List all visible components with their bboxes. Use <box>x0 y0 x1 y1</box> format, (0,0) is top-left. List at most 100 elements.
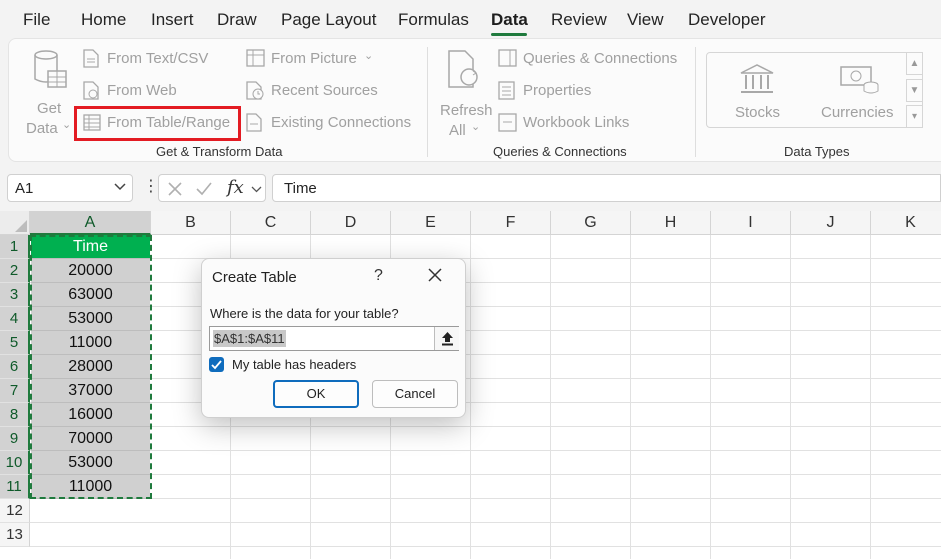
refresh-all-button[interactable]: Refresh All ⌄ <box>433 47 495 139</box>
cell-a1[interactable]: Time <box>31 235 150 259</box>
cell-a7[interactable]: 37000 <box>31 379 150 403</box>
help-button[interactable]: ? <box>374 267 383 285</box>
cell-a5[interactable]: 11000 <box>31 331 150 355</box>
column-header-f[interactable]: F <box>471 211 551 235</box>
formula-bar: A1 ⋮ fx Time <box>0 170 941 206</box>
tab-formulas[interactable]: Formulas <box>398 10 469 30</box>
web-document-icon <box>83 81 99 100</box>
row-header-3[interactable]: 3 <box>0 283 30 307</box>
checkmark-icon <box>211 360 222 370</box>
cell-a2[interactable]: 20000 <box>31 259 150 283</box>
column-header-g[interactable]: G <box>551 211 631 235</box>
from-picture-button[interactable]: From Picture ⌄ <box>245 48 395 70</box>
from-web-button[interactable]: From Web <box>81 80 241 102</box>
queries-connections-button[interactable]: Queries & Connections <box>497 48 682 70</box>
row-header-2[interactable]: 2 <box>0 259 30 283</box>
cell-a6[interactable]: 28000 <box>31 355 150 379</box>
range-input[interactable]: $A$1:$A$11 <box>209 326 459 351</box>
chevron-down-icon <box>114 183 126 191</box>
existing-connections-button[interactable]: Existing Connections <box>245 112 420 134</box>
row-header-7[interactable]: 7 <box>0 379 30 403</box>
select-all-corner[interactable] <box>0 211 30 235</box>
row-header-13[interactable]: 13 <box>0 523 30 547</box>
from-web-label: From Web <box>107 82 177 99</box>
row-header-9[interactable]: 9 <box>0 427 30 451</box>
tab-draw[interactable]: Draw <box>217 10 257 30</box>
grid-line <box>30 330 941 331</box>
formula-value: Time <box>284 180 317 197</box>
clock-document-icon <box>246 81 264 100</box>
tab-review[interactable]: Review <box>551 10 607 30</box>
cell-a4[interactable]: 53000 <box>31 307 150 331</box>
name-box-value: A1 <box>15 180 34 197</box>
tab-developer[interactable]: Developer <box>688 10 766 30</box>
grid-line <box>30 426 941 427</box>
cancel-button[interactable]: Cancel <box>372 380 458 408</box>
row-header-4[interactable]: 4 <box>0 307 30 331</box>
headers-checkbox[interactable] <box>209 357 224 372</box>
refresh-label-1: Refresh <box>440 102 493 119</box>
collapse-dialog-button[interactable] <box>434 327 459 350</box>
cell-a8[interactable]: 16000 <box>31 403 150 427</box>
tab-view[interactable]: View <box>627 10 664 30</box>
queries-pane-icon <box>498 49 517 67</box>
tab-data[interactable]: Data <box>491 10 528 30</box>
row-header-10[interactable]: 10 <box>0 451 30 475</box>
recent-sources-button[interactable]: Recent Sources <box>245 80 395 102</box>
cell-a9[interactable]: 70000 <box>31 427 150 451</box>
close-icon[interactable] <box>427 267 443 283</box>
gallery-scroll-down[interactable]: ▼ <box>906 79 923 102</box>
gallery-scroll-up[interactable]: ▲ <box>906 52 923 75</box>
tab-insert[interactable]: Insert <box>151 10 194 30</box>
column-header-i[interactable]: I <box>711 211 791 235</box>
column-header-d[interactable]: D <box>311 211 391 235</box>
from-text-csv-button[interactable]: From Text/CSV <box>81 48 241 70</box>
get-data-label-1: Get <box>37 100 62 117</box>
row-header-11[interactable]: 11 <box>0 475 30 499</box>
tab-home[interactable]: Home <box>81 10 126 30</box>
cell-a11[interactable]: 11000 <box>31 475 150 499</box>
get-data-button[interactable]: Get Data ⌄ <box>19 47 75 137</box>
column-header-k[interactable]: K <box>871 211 941 235</box>
gallery-more[interactable]: ▾ <box>906 105 923 128</box>
tab-page-layout[interactable]: Page Layout <box>281 10 376 30</box>
column-header-c[interactable]: C <box>231 211 311 235</box>
from-text-csv-label: From Text/CSV <box>107 50 209 67</box>
column-header-h[interactable]: H <box>631 211 711 235</box>
create-table-dialog: Create Table ? Where is the data for you… <box>201 258 466 418</box>
cell-a3[interactable]: 63000 <box>31 283 150 307</box>
tab-file[interactable]: File <box>23 10 50 30</box>
grid-line <box>30 450 941 451</box>
from-picture-label: From Picture <box>271 50 357 67</box>
row-header-12[interactable]: 12 <box>0 499 30 523</box>
column-header-b[interactable]: B <box>151 211 231 235</box>
cancel-icon[interactable] <box>167 181 183 197</box>
row-header-6[interactable]: 6 <box>0 355 30 379</box>
name-box[interactable]: A1 <box>7 174 133 202</box>
worksheet-grid[interactable]: A B C D E F G H I J K 1 2 3 4 5 6 7 8 9 10 11 12 13 Time 20000 630… <box>0 211 941 559</box>
more-icon: ▾ <box>911 111 918 122</box>
more-options-icon[interactable]: ⋮ <box>143 176 159 196</box>
properties-button[interactable]: Properties <box>497 80 682 102</box>
column-header-e[interactable]: E <box>391 211 471 235</box>
grid-line <box>550 235 551 559</box>
currencies-button[interactable]: Currencies <box>815 57 905 123</box>
currencies-label: Currencies <box>821 104 894 121</box>
row-header-1[interactable]: 1 <box>0 235 30 259</box>
ok-button[interactable]: OK <box>273 380 359 408</box>
column-header-j[interactable]: J <box>791 211 871 235</box>
enter-check-icon[interactable] <box>195 181 213 197</box>
dialog-title: Create Table <box>212 269 297 286</box>
stocks-label: Stocks <box>735 104 781 121</box>
get-data-label-2: Data <box>26 120 58 137</box>
chevron-down-icon <box>251 186 262 193</box>
formula-input[interactable]: Time <box>272 174 941 202</box>
workbook-links-button[interactable]: Workbook Links <box>497 112 682 134</box>
column-header-a[interactable]: A <box>30 211 151 235</box>
row-header-5[interactable]: 5 <box>0 331 30 355</box>
insert-function-button[interactable]: fx <box>227 177 244 198</box>
data-types-gallery: Stocks Currencies <box>706 52 923 128</box>
row-header-8[interactable]: 8 <box>0 403 30 427</box>
stocks-button[interactable]: Stocks <box>721 57 791 123</box>
cell-a10[interactable]: 53000 <box>31 451 150 475</box>
